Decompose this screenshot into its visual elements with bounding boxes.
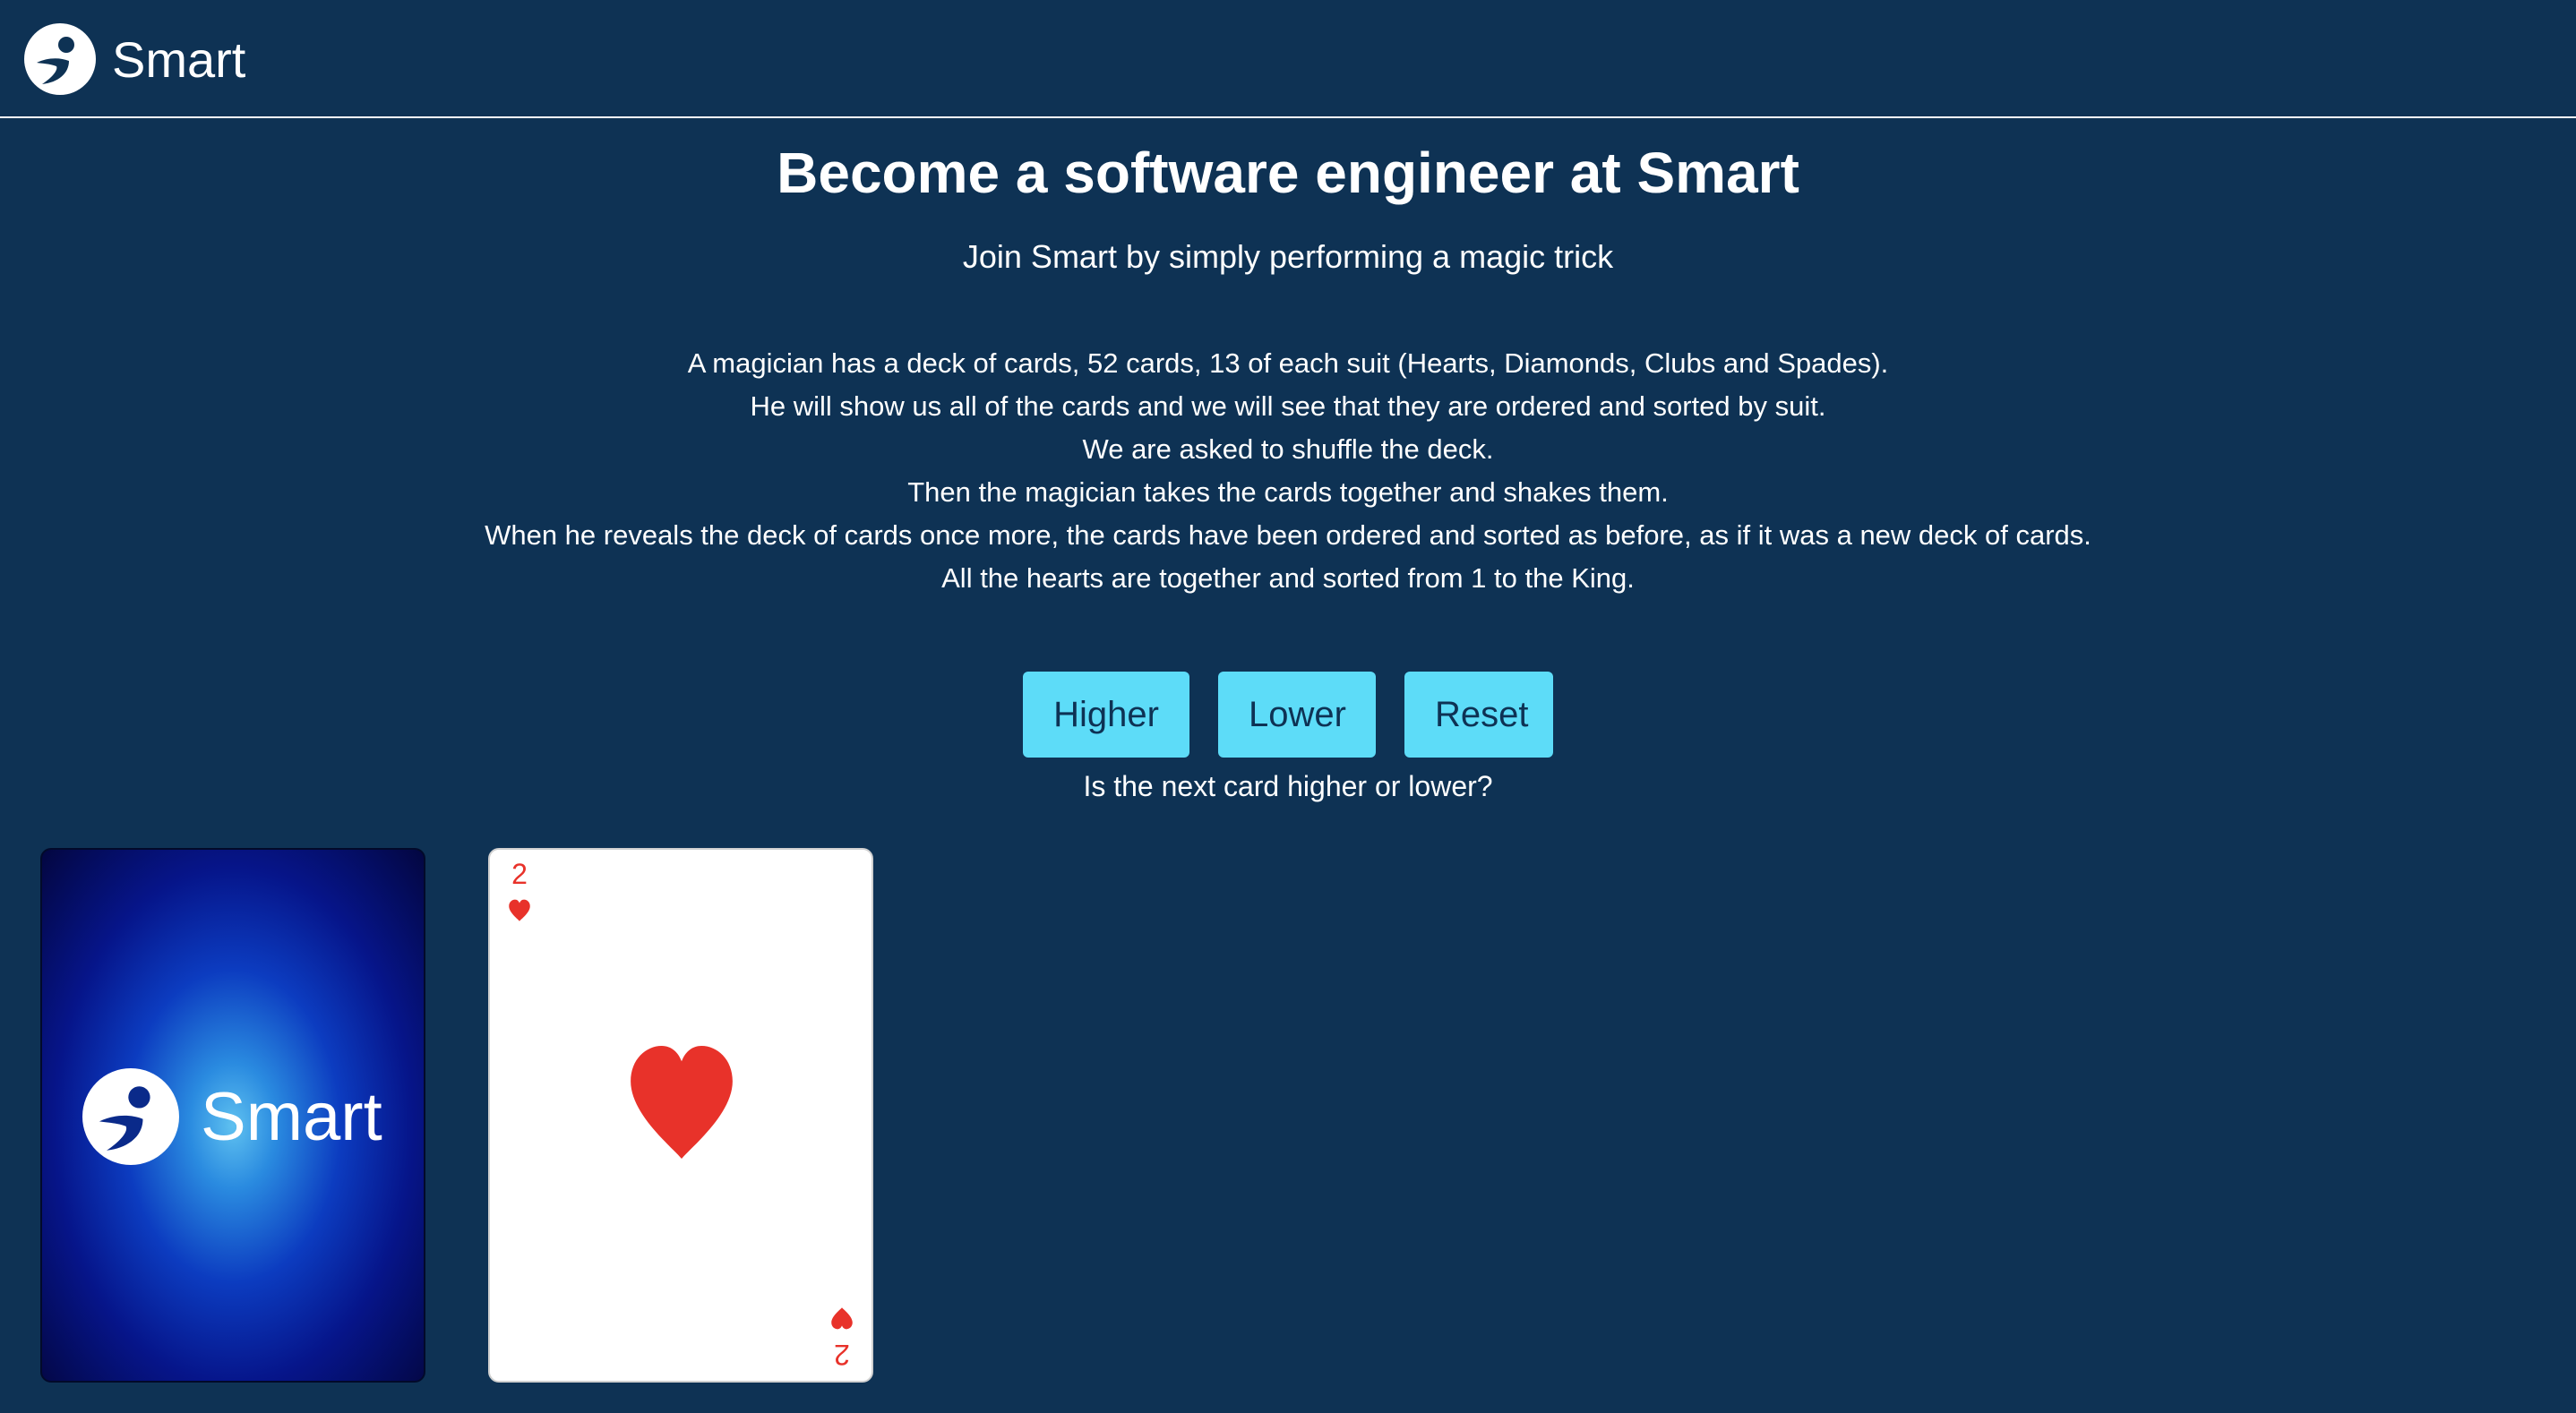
card-corner-bottom-right: 2: [829, 1301, 855, 1372]
trick-description: A magician has a deck of cards, 52 cards…: [0, 342, 2576, 600]
heart-icon: [829, 1301, 855, 1331]
brand-name: Smart: [112, 30, 246, 88]
smart-logo-icon: [82, 1068, 179, 1165]
heart-icon: [626, 1041, 737, 1168]
lower-button[interactable]: Lower: [1218, 672, 1376, 758]
description-line: A magician has a deck of cards, 52 cards…: [687, 347, 1889, 379]
description-line: We are asked to shuffle the deck.: [1082, 433, 1494, 465]
card-corner-top-left: 2: [506, 857, 533, 928]
description-line: When he reveals the deck of cards once m…: [485, 519, 2091, 551]
heart-icon: [506, 898, 533, 928]
page-title: Become a software engineer at Smart: [777, 141, 1799, 205]
description-line: Then the magician takes the cards togeth…: [907, 476, 1669, 508]
deck-card-back[interactable]: Smart: [40, 848, 425, 1383]
header: Smart: [0, 0, 2576, 118]
guess-controls: Higher Lower Reset: [0, 672, 2576, 758]
reset-button[interactable]: Reset: [1404, 672, 1553, 758]
guess-prompt: Is the next card higher or lower?: [1083, 770, 1493, 802]
card-rank: 2: [834, 1339, 850, 1371]
card-back-logo: Smart: [82, 1068, 382, 1165]
page-subtitle: Join Smart by simply performing a magic …: [962, 238, 1614, 275]
card-back-brand: Smart: [201, 1078, 382, 1155]
brand-logo[interactable]: Smart: [24, 23, 245, 95]
higher-button[interactable]: Higher: [1023, 672, 1189, 758]
description-line: He will show us all of the cards and we …: [750, 390, 1826, 422]
card-rank: 2: [511, 858, 528, 890]
description-line: All the hearts are together and sorted f…: [941, 562, 1635, 594]
current-card: 2 2: [488, 848, 873, 1383]
smart-logo-icon: [24, 23, 96, 95]
